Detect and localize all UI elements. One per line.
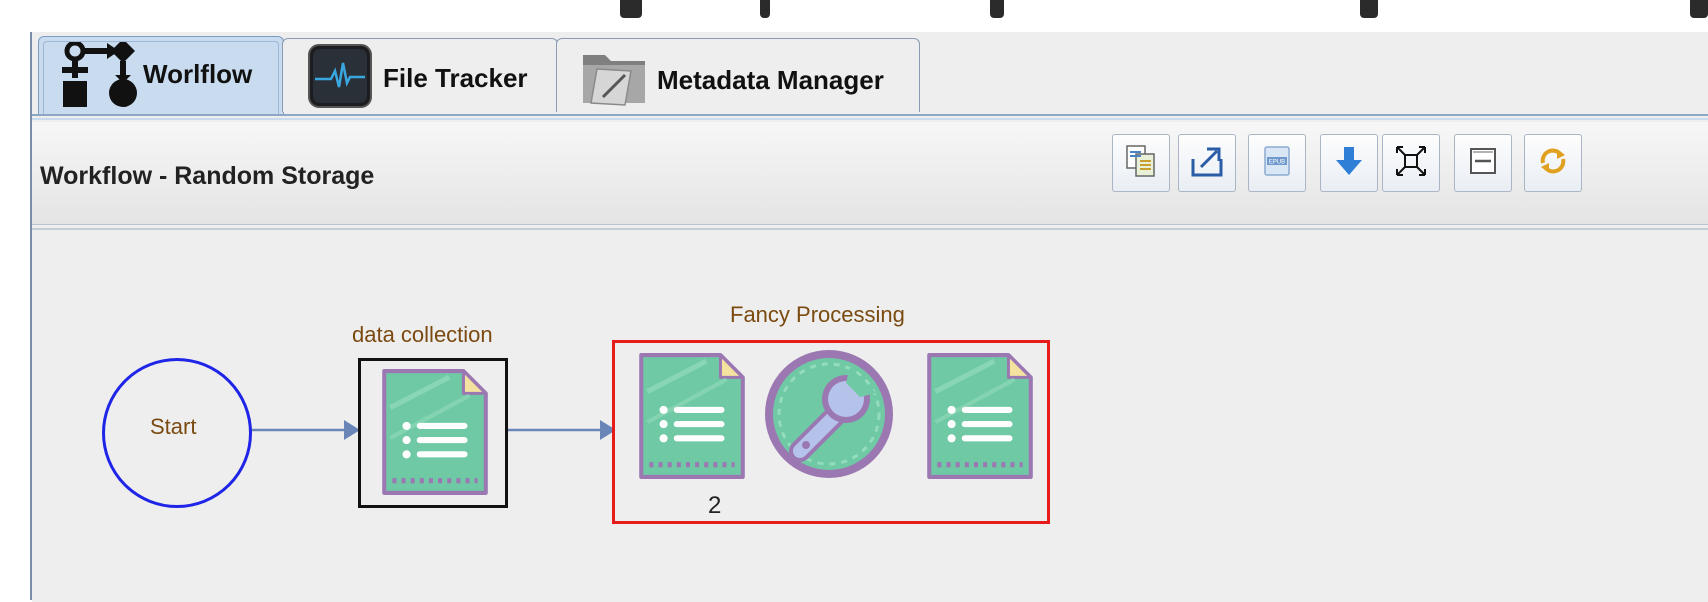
tab-file-tracker-label: File Tracker <box>383 63 528 93</box>
fit-to-screen-icon <box>1393 143 1429 184</box>
tab-metadata-manager[interactable]: Metadata Manager <box>556 38 920 112</box>
document-icon <box>923 351 1035 483</box>
folder-edit-icon <box>579 47 649 112</box>
document-icon <box>635 351 747 483</box>
download-button[interactable] <box>1320 134 1378 192</box>
top-cut-text <box>0 0 1708 30</box>
epub-icon: EPUB <box>1259 143 1295 184</box>
heartbeat-monitor-icon <box>307 43 373 114</box>
collapse-icon <box>1465 143 1501 184</box>
tab-bar: Worlflow File Tracker Metadata Manager <box>32 32 1708 118</box>
panel-title: Workflow - Random Storage <box>40 162 375 190</box>
download-arrow-icon <box>1331 143 1367 184</box>
panel-header: Workflow - Random Storage EPUB <box>32 122 1708 225</box>
group-count-label: 2 <box>708 492 722 519</box>
refresh-button[interactable] <box>1524 134 1582 192</box>
start-node-label: Start <box>150 414 197 439</box>
tab-workflow[interactable]: Worlflow <box>38 36 284 114</box>
task-node[interactable] <box>358 358 508 508</box>
application-window: Worlflow File Tracker Metadata Manager W… <box>30 32 1708 602</box>
task-label: data collection <box>352 322 493 347</box>
tab-file-tracker[interactable]: File Tracker <box>282 38 558 112</box>
export-button[interactable] <box>1178 134 1236 192</box>
tab-workflow-label: Worlflow <box>143 59 253 89</box>
document-icon <box>378 367 490 499</box>
workflow-canvas: Start data collection Fancy Processing 2 <box>32 228 1708 602</box>
wrench-icon <box>765 350 893 478</box>
collapse-button[interactable] <box>1454 134 1512 192</box>
epub-text: EPUB <box>1269 159 1285 165</box>
copy-document-icon <box>1123 143 1159 184</box>
fit-to-screen-button[interactable] <box>1382 134 1440 192</box>
export-icon <box>1189 143 1225 184</box>
group-node[interactable] <box>612 340 1050 524</box>
copy-button[interactable] <box>1112 134 1170 192</box>
epub-button[interactable]: EPUB <box>1248 134 1306 192</box>
tab-metadata-manager-label: Metadata Manager <box>657 65 884 95</box>
workflow-icon <box>57 39 141 116</box>
refresh-icon <box>1535 143 1571 184</box>
group-label: Fancy Processing <box>730 302 905 327</box>
